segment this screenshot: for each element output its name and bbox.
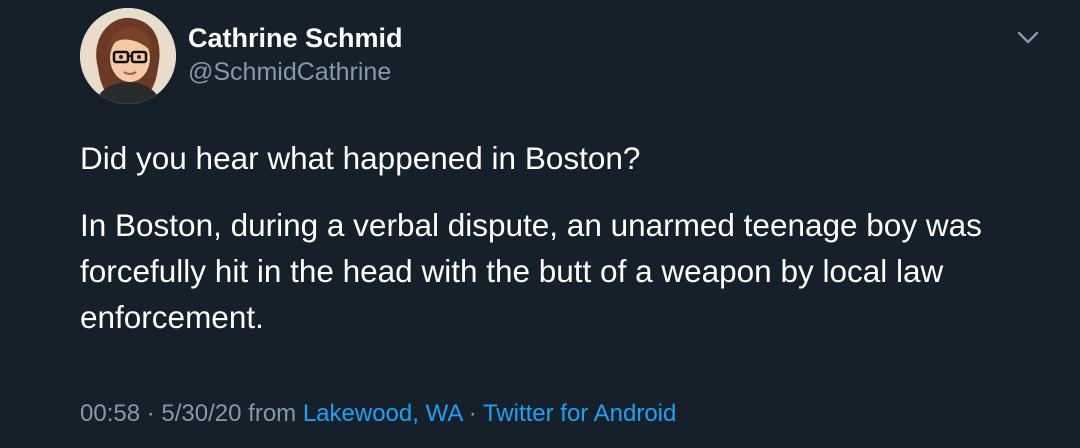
tweet-text-paragraph: Did you hear what happened in Boston? xyxy=(80,140,641,176)
tweet-menu-button[interactable] xyxy=(1012,24,1044,52)
cartoon-avatar-icon xyxy=(80,8,176,104)
tweet-location-link[interactable]: Lakewood, WA xyxy=(303,400,462,427)
tweet-text-paragraph: In Boston, during a verbal dispute, an u… xyxy=(80,207,982,335)
meta-separator: · xyxy=(468,400,477,427)
avatar[interactable] xyxy=(80,8,176,104)
tweet-card: Cathrine Schmid @SchmidCathrine Did you … xyxy=(0,0,1080,448)
tweet-source-link[interactable]: Twitter for Android xyxy=(483,400,676,427)
from-label: from xyxy=(248,400,297,427)
author-display-name[interactable]: Cathrine Schmid xyxy=(188,22,403,54)
meta-separator: · xyxy=(146,400,155,427)
chevron-down-icon xyxy=(1017,31,1039,44)
tweet-date[interactable]: 5/30/20 xyxy=(161,400,241,427)
tweet-time[interactable]: 00:58 xyxy=(80,400,140,427)
author-handle[interactable]: @SchmidCathrine xyxy=(188,56,391,88)
tweet-metadata: 00:58 · 5/30/20 from Lakewood, WA · Twit… xyxy=(80,398,676,430)
